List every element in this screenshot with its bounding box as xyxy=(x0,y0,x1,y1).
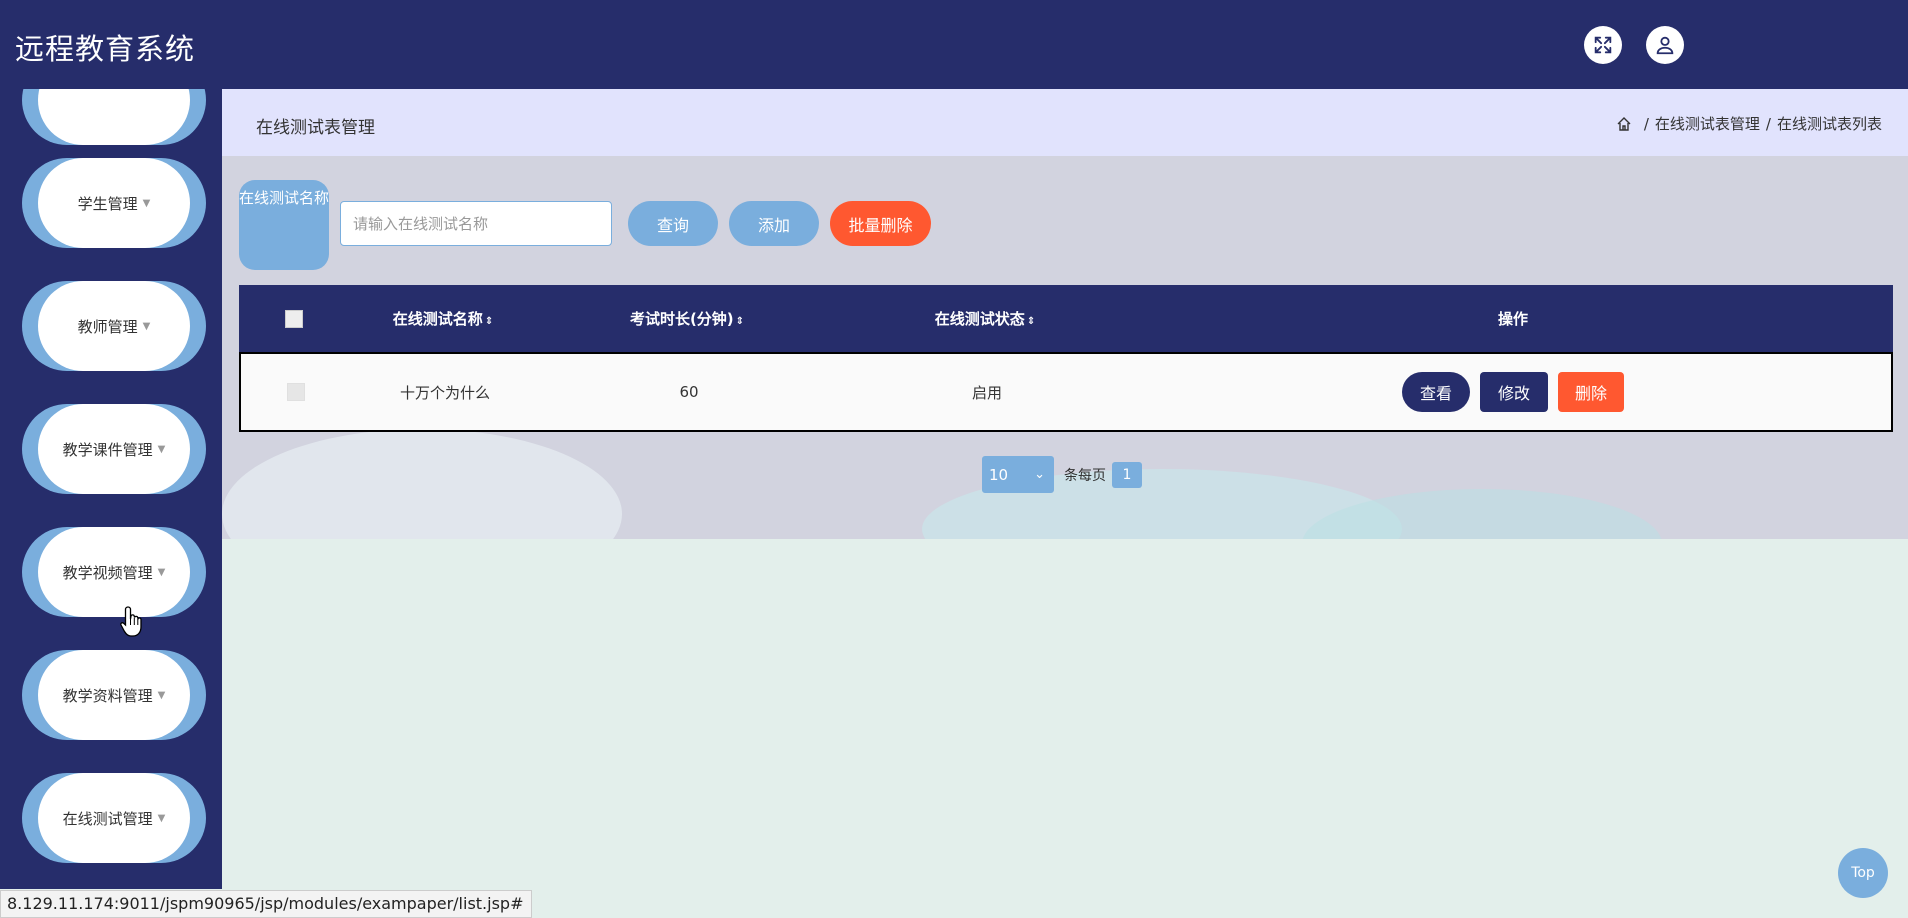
page-size-select[interactable]: 10 ⌄ xyxy=(982,456,1054,493)
view-button[interactable]: 查看 xyxy=(1402,372,1470,412)
table-row: 十万个为什么 60 启用 查看 修改 删除 xyxy=(239,352,1893,432)
per-page-label: 条每页 xyxy=(1064,467,1106,484)
caret-down-icon: ▼ xyxy=(142,320,151,332)
breadcrumb: / 在线测试表管理 / 在线测试表列表 xyxy=(1616,113,1882,134)
page-size-value: 10 xyxy=(989,465,1009,484)
main-content: 在线测试表管理 / 在线测试表管理 / 在线测试表列表 在线测试名称 查询 添加… xyxy=(222,89,1908,539)
caret-down-icon: ▼ xyxy=(157,443,166,455)
back-to-top-button[interactable]: Top xyxy=(1838,848,1888,898)
breadcrumb-separator: / xyxy=(1643,114,1649,133)
cell-status: 启用 xyxy=(971,383,1002,402)
hand-cursor-icon xyxy=(120,606,142,637)
sidebar-item-teachers[interactable]: 教师管理 ▼ xyxy=(22,281,206,371)
delete-button[interactable]: 删除 xyxy=(1558,372,1624,412)
sidebar-item-videos[interactable]: 教学视频管理 ▼ xyxy=(22,527,206,617)
column-header-name[interactable]: 在线测试名称 ⇕ xyxy=(349,308,537,329)
search-label: 在线测试名称 xyxy=(239,180,329,270)
sort-icon: ⇕ xyxy=(484,316,494,327)
caret-down-icon: ▼ xyxy=(142,197,151,209)
sidebar-item-top[interactable] xyxy=(22,89,206,145)
breadcrumb-separator: / xyxy=(1765,114,1771,133)
cell-actions: 查看 修改 删除 xyxy=(1135,372,1891,412)
status-bar-url: 8.129.11.174:9011/jspm90965/jsp/modules/… xyxy=(0,890,533,918)
chevron-down-icon: ⌄ xyxy=(1034,467,1045,482)
page-number-current[interactable]: 1 xyxy=(1112,461,1142,488)
user-button[interactable] xyxy=(1646,26,1684,64)
sidebar-item-label: 学生管理 xyxy=(77,194,138,213)
breadcrumb-item[interactable]: 在线测试表管理 xyxy=(1655,113,1760,134)
table-header: 在线测试名称 ⇕ 考试时长(分钟) ⇕ 在线测试状态 ⇕ 操作 xyxy=(239,285,1893,352)
pagination: 10 ⌄ 条每页 1 xyxy=(982,456,1142,493)
add-button[interactable]: 添加 xyxy=(729,201,819,246)
sidebar-item-courseware[interactable]: 教学课件管理 ▼ xyxy=(22,404,206,494)
column-header-duration[interactable]: 考试时长(分钟) ⇕ xyxy=(537,308,837,329)
row-checkbox[interactable] xyxy=(287,383,305,401)
sidebar-item-materials[interactable]: 教学资料管理 ▼ xyxy=(22,650,206,740)
sidebar-item-label: 在线测试管理 xyxy=(62,809,153,828)
column-header-actions: 操作 xyxy=(1497,310,1528,328)
page-header: 在线测试表管理 / 在线测试表管理 / 在线测试表列表 xyxy=(222,89,1908,156)
column-header-status[interactable]: 在线测试状态 ⇕ xyxy=(837,308,1133,329)
fullscreen-button[interactable] xyxy=(1584,26,1622,64)
sidebar-item-label: 教学视频管理 xyxy=(62,563,153,582)
edit-button[interactable]: 修改 xyxy=(1480,372,1548,412)
caret-down-icon: ▼ xyxy=(157,689,166,701)
app-title: 远程教育系统 xyxy=(15,32,196,66)
cell-name: 十万个为什么 xyxy=(399,383,490,402)
sidebar-item-label: 教师管理 xyxy=(77,317,138,336)
home-icon[interactable] xyxy=(1616,116,1632,132)
sort-icon: ⇕ xyxy=(735,316,745,327)
sidebar-item-online-tests[interactable]: 在线测试管理 ▼ xyxy=(22,773,206,863)
cell-duration: 60 xyxy=(679,383,699,401)
breadcrumb-item: 在线测试表列表 xyxy=(1776,115,1882,133)
top-bar: 远程教育系统 xyxy=(0,0,1908,89)
sidebar-item-students[interactable]: 学生管理 ▼ xyxy=(22,158,206,248)
sidebar: 学生管理 ▼ 教师管理 ▼ 教学课件管理 ▼ 教学视频管理 ▼ 教学资料管理 ▼ 在线测试… xyxy=(0,89,222,889)
search-input[interactable] xyxy=(340,201,612,246)
query-button[interactable]: 查询 xyxy=(628,201,718,246)
caret-down-icon: ▼ xyxy=(157,566,166,578)
sidebar-item-label: 教学课件管理 xyxy=(62,440,153,459)
sort-icon: ⇕ xyxy=(1026,316,1036,327)
data-table: 在线测试名称 ⇕ 考试时长(分钟) ⇕ 在线测试状态 ⇕ 操作 十万个为什么 60 启… xyxy=(239,285,1893,432)
user-icon xyxy=(1656,36,1674,55)
sidebar-item-label: 教学资料管理 xyxy=(62,686,153,705)
page-title: 在线测试表管理 xyxy=(256,118,375,138)
select-all-checkbox[interactable] xyxy=(285,309,303,328)
fullscreen-icon xyxy=(1594,36,1612,54)
background-cloud xyxy=(222,429,622,539)
caret-down-icon: ▼ xyxy=(157,812,166,824)
bulk-delete-button[interactable]: 批量删除 xyxy=(830,201,931,246)
